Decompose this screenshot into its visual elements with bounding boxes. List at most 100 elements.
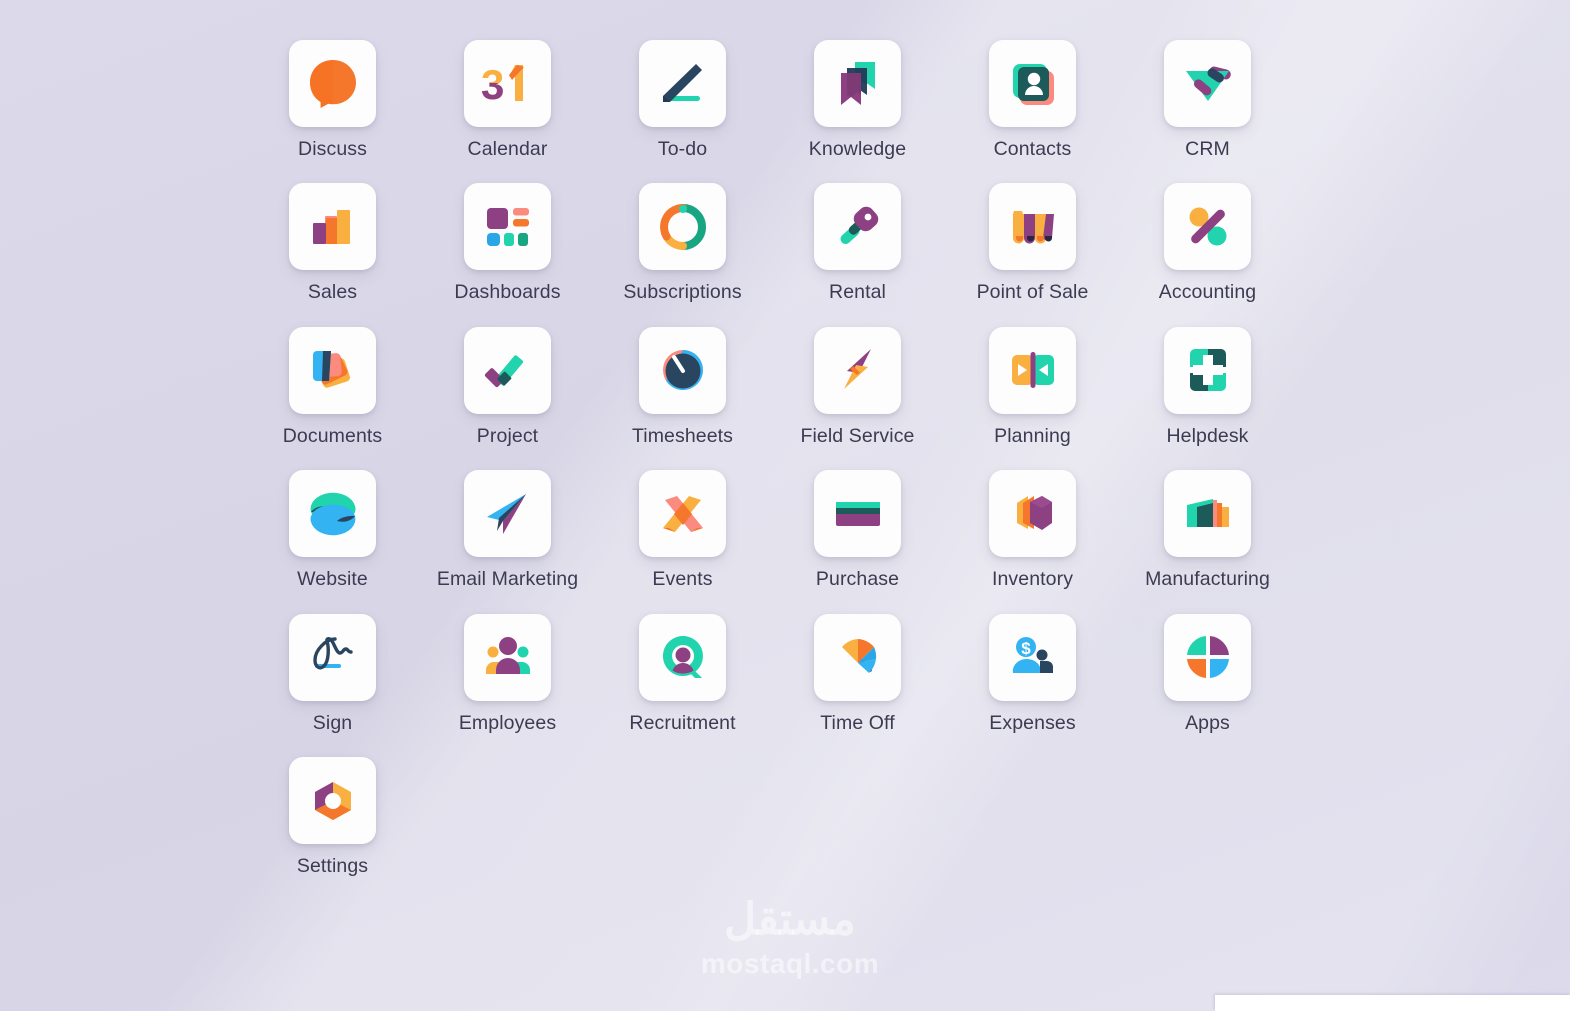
app-icon-container[interactable]: [289, 757, 376, 845]
app-icon-container[interactable]: [289, 613, 376, 701]
app-icon-container[interactable]: [464, 183, 551, 271]
app-tile-purchase[interactable]: Purchase: [770, 470, 945, 590]
dashboards-icon: [486, 207, 529, 246]
app-icon-container[interactable]: [814, 40, 901, 127]
app-label: Knowledge: [808, 138, 907, 160]
app-icon-container[interactable]: [1164, 326, 1251, 414]
app-tile-inventory[interactable]: Inventory: [945, 470, 1120, 590]
apps-icon: [1186, 636, 1229, 679]
app-launcher-grid: Discuss 3 3 Calendar To-do Knowledge Con…: [245, 40, 1295, 878]
app-icon-container[interactable]: [1164, 613, 1251, 701]
app-label: Documents: [282, 424, 383, 447]
app-label: Settings: [296, 855, 369, 878]
app-icon-container[interactable]: [989, 183, 1076, 271]
svg-text:$: $: [1021, 639, 1031, 658]
app-icon-container[interactable]: [1164, 470, 1251, 558]
app-tile-contacts[interactable]: Contacts: [945, 40, 1120, 160]
app-icon-container[interactable]: [289, 326, 376, 414]
app-tile-todo[interactable]: To-do: [595, 40, 770, 160]
app-label: Subscriptions: [623, 281, 742, 304]
app-label: Expenses: [989, 711, 1076, 734]
point-of-sale-icon: [1012, 210, 1054, 244]
app-icon-container[interactable]: 3 3: [464, 40, 551, 127]
app-label: Email Marketing: [436, 568, 579, 591]
app-tile-sign[interactable]: Sign: [245, 613, 420, 734]
app-icon-container[interactable]: [989, 40, 1076, 127]
app-tile-events[interactable]: Events: [595, 470, 770, 590]
app-tile-field-service[interactable]: Field Service: [770, 326, 945, 447]
app-tile-sales[interactable]: Sales: [245, 183, 420, 303]
app-tile-helpdesk[interactable]: Helpdesk: [1120, 326, 1295, 447]
app-label: Purchase: [815, 568, 900, 591]
app-icon-container[interactable]: [989, 470, 1076, 558]
app-tile-dashboards[interactable]: Dashboards: [420, 183, 595, 303]
app-label: Helpdesk: [1166, 424, 1249, 447]
app-icon-container[interactable]: [1164, 183, 1251, 271]
app-icon-container[interactable]: [289, 470, 376, 558]
app-label: Employees: [458, 711, 557, 734]
app-icon-container[interactable]: [639, 183, 726, 271]
app-tile-employees[interactable]: Employees: [420, 613, 595, 734]
app-tile-crm[interactable]: CRM: [1120, 40, 1295, 160]
app-tile-knowledge[interactable]: Knowledge: [770, 40, 945, 160]
documents-icon: [312, 351, 350, 389]
app-tile-website[interactable]: Website: [245, 470, 420, 590]
app-tile-planning[interactable]: Planning: [945, 326, 1120, 447]
app-label: Website: [297, 568, 368, 591]
app-icon-container[interactable]: [814, 183, 901, 271]
app-tile-email-marketing[interactable]: Email Marketing: [420, 470, 595, 590]
app-icon-container[interactable]: [464, 470, 551, 558]
expenses-icon: $: [1012, 637, 1053, 674]
helpdesk-icon: [1189, 349, 1226, 392]
app-tile-accounting[interactable]: Accounting: [1120, 183, 1295, 303]
app-tile-rental[interactable]: Rental: [770, 183, 945, 303]
app-tile-timesheets[interactable]: Timesheets: [595, 326, 770, 447]
app-icon-container[interactable]: [989, 326, 1076, 414]
calendar-icon: 3 3: [481, 61, 524, 108]
app-icon-container[interactable]: [289, 183, 376, 271]
knowledge-icon: [840, 61, 875, 105]
app-tile-point-of-sale[interactable]: Point of Sale: [945, 183, 1120, 303]
app-tile-expenses[interactable]: $ Expenses: [945, 613, 1120, 734]
app-label: Accounting: [1158, 281, 1257, 304]
app-icon-container[interactable]: [814, 326, 901, 414]
app-icon-container[interactable]: [814, 470, 901, 558]
field-service-icon: [843, 349, 871, 390]
app-tile-recruitment[interactable]: Recruitment: [595, 613, 770, 734]
app-label: Field Service: [800, 424, 915, 447]
app-icon-container[interactable]: $: [989, 613, 1076, 701]
app-label: Calendar: [467, 138, 548, 160]
planning-icon: [1011, 352, 1054, 389]
app-label: Events: [652, 568, 713, 591]
app-label: Apps: [1185, 711, 1230, 734]
subscriptions-icon: [659, 203, 706, 250]
app-tile-subscriptions[interactable]: Subscriptions: [595, 183, 770, 303]
events-icon: [662, 495, 703, 532]
app-tile-apps[interactable]: Apps: [1120, 613, 1295, 734]
app-icon-container[interactable]: [464, 326, 551, 414]
app-label: Inventory: [991, 568, 1074, 591]
app-label: To-do: [657, 138, 708, 160]
app-label: Timesheets: [631, 424, 734, 447]
app-icon-container[interactable]: [1164, 40, 1251, 127]
crm-icon: [1185, 66, 1231, 101]
app-tile-discuss[interactable]: Discuss: [245, 40, 420, 160]
app-tile-time-off[interactable]: Time Off: [770, 613, 945, 734]
app-label: Manufacturing: [1145, 568, 1270, 591]
watermark-arabic-text: مستقل: [724, 895, 856, 944]
app-icon-container[interactable]: [639, 326, 726, 414]
app-icon-container[interactable]: [639, 613, 726, 701]
app-tile-project[interactable]: Project: [420, 326, 595, 447]
app-tile-settings[interactable]: Settings: [245, 757, 420, 877]
app-icon-container[interactable]: [464, 613, 551, 701]
app-label: Point of Sale: [976, 281, 1089, 304]
app-icon-container[interactable]: [639, 470, 726, 558]
app-tile-manufacturing[interactable]: Manufacturing: [1120, 470, 1295, 590]
app-tile-calendar[interactable]: 3 3 Calendar: [420, 40, 595, 160]
app-icon-container[interactable]: [289, 40, 376, 127]
app-icon-container[interactable]: [814, 613, 901, 701]
settings-icon: [314, 781, 351, 820]
todo-icon: [662, 63, 702, 102]
app-icon-container[interactable]: [639, 40, 726, 127]
app-tile-documents[interactable]: Documents: [245, 326, 420, 447]
